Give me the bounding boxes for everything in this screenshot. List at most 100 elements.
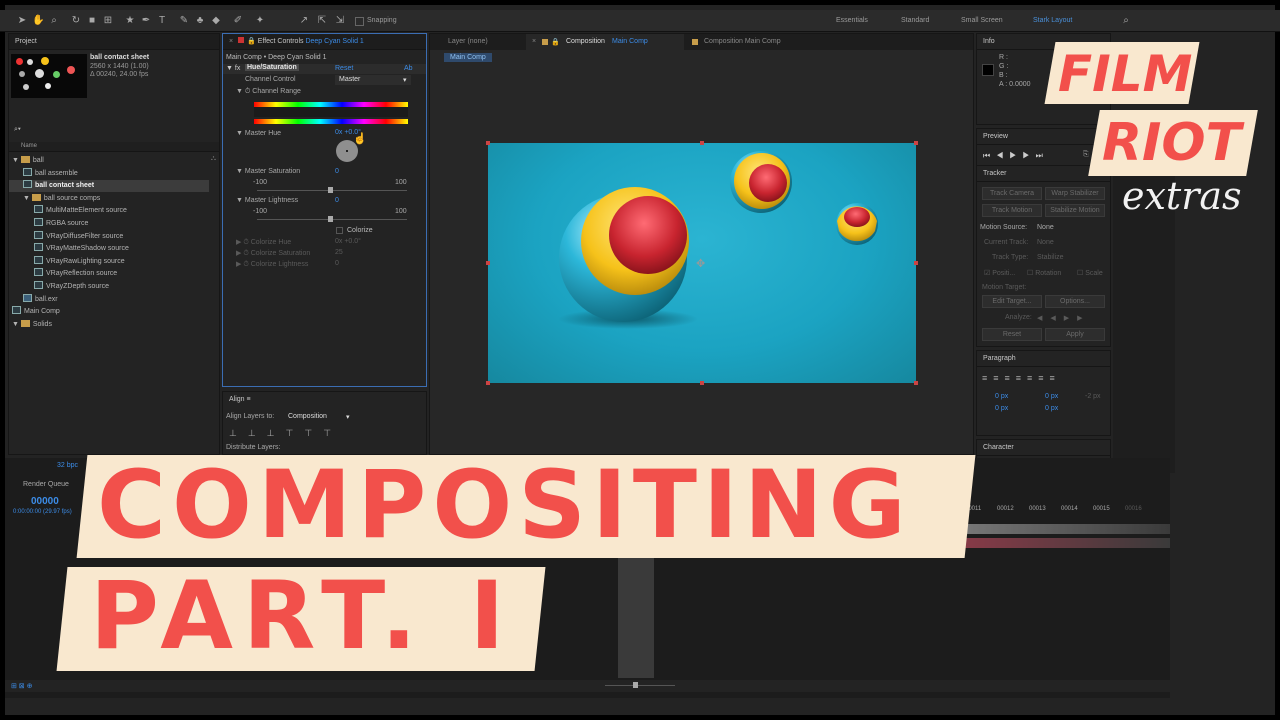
- transform-handle[interactable]: [700, 381, 704, 385]
- options-button[interactable]: Options...: [1045, 295, 1105, 308]
- layer-bar[interactable]: [955, 524, 1170, 534]
- master-lightness-value[interactable]: 0: [335, 197, 339, 204]
- pan-behind-tool-icon[interactable]: ⊞: [102, 15, 114, 27]
- bpc-label[interactable]: 32 bpc: [57, 462, 78, 469]
- indent-left-value[interactable]: 0 px: [995, 393, 1008, 400]
- transform-handle[interactable]: [914, 381, 918, 385]
- layer-bar[interactable]: [955, 538, 1170, 548]
- track-motion-button[interactable]: Track Motion: [982, 204, 1042, 217]
- master-saturation-value[interactable]: 0: [335, 168, 339, 175]
- project-tab[interactable]: Project: [9, 34, 219, 50]
- project-item[interactable]: RGBA source: [9, 218, 209, 230]
- align-buttons-icon[interactable]: ⊥⊥⊥⊤⊤⊤: [229, 428, 342, 439]
- indent-right-value[interactable]: 0 px: [1045, 393, 1058, 400]
- indent-first-value[interactable]: -2 px: [1085, 393, 1101, 400]
- flowchart-icon[interactable]: ⛬: [211, 155, 216, 163]
- project-item[interactable]: ball.exr: [9, 293, 209, 306]
- transform-handle[interactable]: [486, 381, 490, 385]
- fx-about-link[interactable]: Ab: [404, 65, 413, 72]
- timecode[interactable]: 00000: [31, 496, 59, 507]
- transform-handle[interactable]: [486, 141, 490, 145]
- zoom-slider[interactable]: [605, 685, 675, 686]
- project-item[interactable]: ▼ ball: [9, 155, 209, 167]
- workspace-small-screen[interactable]: Small Screen: [961, 17, 1003, 24]
- align-tab[interactable]: Align ≡: [223, 392, 426, 408]
- character-tab[interactable]: Character: [977, 440, 1110, 456]
- project-item[interactable]: VRayReflection source: [9, 268, 209, 280]
- clone-stamp-tool-icon[interactable]: ♣: [194, 15, 206, 27]
- tab-composition-2[interactable]: Composition Main Comp: [704, 38, 781, 45]
- stabilize-motion-button[interactable]: Stabilize Motion: [1045, 204, 1105, 217]
- transform-handle[interactable]: [914, 261, 918, 265]
- workspace-standard[interactable]: Standard: [901, 17, 929, 24]
- space-after-value[interactable]: 0 px: [1045, 405, 1058, 412]
- warp-stabilizer-button[interactable]: Warp Stabilizer: [1045, 187, 1105, 200]
- tracker-apply-button[interactable]: Apply: [1045, 328, 1105, 341]
- playback-controls-icon[interactable]: ⏮◀▶▶⏭: [983, 151, 1049, 161]
- transform-handle[interactable]: [700, 141, 704, 145]
- type-tool-icon[interactable]: T: [156, 15, 168, 27]
- analyze-controls-icon[interactable]: ◀◀▶▶: [1037, 314, 1091, 322]
- roto-brush-tool-icon[interactable]: ✐: [232, 15, 244, 27]
- preview-tab[interactable]: Preview: [977, 129, 1110, 145]
- workspace-stark-layout[interactable]: Stark Layout: [1033, 17, 1072, 24]
- project-item[interactable]: VRayZDepth source: [9, 281, 209, 293]
- world-axis-icon[interactable]: ⇱: [316, 15, 328, 27]
- puppet-tool-icon[interactable]: ✦: [254, 15, 266, 27]
- search-help-icon[interactable]: ⌕: [1120, 15, 1132, 27]
- tracker-reset-button[interactable]: Reset: [982, 328, 1042, 341]
- fx-reset-link[interactable]: Reset: [335, 65, 353, 72]
- eraser-tool-icon[interactable]: ◆: [210, 15, 222, 27]
- tab-composition-active[interactable]: × 🔒 Composition Main Comp: [526, 34, 684, 50]
- selection-tool-icon[interactable]: ➤: [16, 15, 28, 27]
- track-camera-button[interactable]: Track Camera: [982, 187, 1042, 200]
- transform-handle[interactable]: [914, 141, 918, 145]
- project-search-icon[interactable]: ⌕▾: [14, 126, 21, 134]
- edit-target-button[interactable]: Edit Target...: [982, 295, 1042, 308]
- project-item[interactable]: VRayRawLighting source: [9, 255, 209, 268]
- effect-controls-tab[interactable]: × 🔒 Effect Controls Deep Cyan Solid 1: [223, 34, 426, 50]
- project-item[interactable]: Main Comp: [9, 306, 209, 318]
- local-axis-icon[interactable]: ↗: [298, 15, 310, 27]
- pen-tool-icon[interactable]: ✒: [140, 15, 152, 27]
- fx-header-row[interactable]: ▼ fx Hue/Saturation Reset Ab: [223, 64, 426, 74]
- space-before-value[interactable]: 0 px: [995, 405, 1008, 412]
- tab-layer[interactable]: Layer (none): [448, 38, 488, 45]
- paragraph-align-icons[interactable]: ≡≡≡≡≡≡≡: [982, 373, 1061, 383]
- fx-name[interactable]: Hue/Saturation: [245, 64, 299, 71]
- lightness-slider-thumb[interactable]: [328, 216, 333, 222]
- workspace-essentials[interactable]: Essentials: [836, 17, 868, 24]
- channel-control-dropdown[interactable]: Master ▾: [335, 75, 411, 85]
- timeline-toggles-icon[interactable]: ⊞ ⊠ ⊕: [11, 682, 33, 690]
- project-item[interactable]: MultiMatteElement source: [9, 205, 209, 217]
- align-to-dropdown[interactable]: Composition ▾: [286, 412, 358, 422]
- zoom-tool-icon[interactable]: ⌕: [48, 15, 60, 27]
- project-item[interactable]: ball contact sheet: [9, 180, 209, 193]
- hand-tool-icon[interactable]: ✋: [32, 15, 44, 27]
- colorize-checkbox[interactable]: [336, 227, 343, 234]
- project-item[interactable]: VRayMatteShadow source: [9, 243, 209, 255]
- zoom-slider-thumb[interactable]: [633, 682, 638, 688]
- shape-tool-icon[interactable]: ★: [124, 15, 136, 27]
- track-type-dropdown[interactable]: Stabilize: [1037, 254, 1063, 261]
- transform-handle[interactable]: [486, 261, 490, 265]
- rotation-checkbox[interactable]: ☐ Rotation: [1027, 269, 1061, 277]
- snapping-checkbox[interactable]: [355, 17, 364, 26]
- channel-range-label[interactable]: ▼ ⏱ Channel Range: [236, 88, 301, 96]
- current-track-dropdown[interactable]: None: [1037, 239, 1054, 246]
- motion-source-dropdown[interactable]: None: [1037, 224, 1054, 231]
- project-item[interactable]: ball assemble: [9, 167, 209, 180]
- view-axis-icon[interactable]: ⇲: [334, 15, 346, 27]
- camera-tool-icon[interactable]: ■: [86, 15, 98, 27]
- scale-checkbox[interactable]: ☐ Scale: [1077, 269, 1103, 277]
- position-checkbox[interactable]: ☑ Positi...: [984, 269, 1015, 277]
- viewer-subtab[interactable]: Main Comp: [444, 53, 492, 62]
- paragraph-tab[interactable]: Paragraph: [977, 351, 1110, 367]
- project-item[interactable]: VRayDiffuseFilter source: [9, 230, 209, 243]
- render-queue-tab[interactable]: Render Queue: [23, 481, 69, 488]
- project-item[interactable]: ▼ Solids: [9, 319, 209, 331]
- saturation-slider-thumb[interactable]: [328, 187, 333, 193]
- ram-preview-icon[interactable]: ⎘: [1083, 151, 1089, 159]
- rotate-tool-icon[interactable]: ↻: [70, 15, 82, 27]
- project-item[interactable]: ▼ ball source comps: [9, 193, 209, 205]
